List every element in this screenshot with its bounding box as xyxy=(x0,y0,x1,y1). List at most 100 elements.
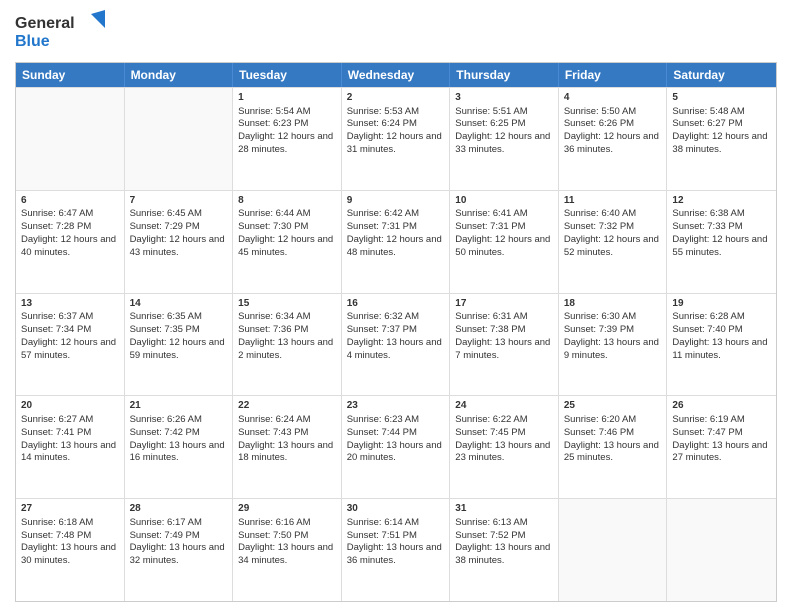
day-number: 26 xyxy=(672,399,771,413)
day-number: 30 xyxy=(347,502,445,516)
sunset: Sunset: 7:29 PM xyxy=(130,221,200,232)
sunrise: Sunrise: 6:40 AM xyxy=(564,208,636,219)
header: General Blue xyxy=(15,10,777,54)
sunrise: Sunrise: 5:50 AM xyxy=(564,106,636,117)
cal-cell: 29Sunrise: 6:16 AMSunset: 7:50 PMDayligh… xyxy=(233,499,342,601)
sunset: Sunset: 6:26 PM xyxy=(564,118,634,129)
sunrise: Sunrise: 6:27 AM xyxy=(21,414,93,425)
sunrise: Sunrise: 6:28 AM xyxy=(672,311,744,322)
sunrise: Sunrise: 6:13 AM xyxy=(455,517,527,528)
sunset: Sunset: 7:37 PM xyxy=(347,324,417,335)
daylight-hours: Daylight: 13 hours and 36 minutes. xyxy=(347,542,442,566)
cal-cell xyxy=(125,88,234,190)
daylight-hours: Daylight: 13 hours and 34 minutes. xyxy=(238,542,333,566)
day-number: 6 xyxy=(21,194,119,208)
daylight-hours: Daylight: 12 hours and 40 minutes. xyxy=(21,234,116,258)
daylight-hours: Daylight: 12 hours and 43 minutes. xyxy=(130,234,225,258)
day-number: 18 xyxy=(564,297,662,311)
sunrise: Sunrise: 5:54 AM xyxy=(238,106,310,117)
daylight-hours: Daylight: 12 hours and 38 minutes. xyxy=(672,131,767,155)
daylight-hours: Daylight: 12 hours and 57 minutes. xyxy=(21,337,116,361)
cal-cell: 19Sunrise: 6:28 AMSunset: 7:40 PMDayligh… xyxy=(667,294,776,396)
sunset: Sunset: 7:33 PM xyxy=(672,221,742,232)
cal-cell: 10Sunrise: 6:41 AMSunset: 7:31 PMDayligh… xyxy=(450,191,559,293)
day-number: 5 xyxy=(672,91,771,105)
sunset: Sunset: 6:24 PM xyxy=(347,118,417,129)
cal-cell: 8Sunrise: 6:44 AMSunset: 7:30 PMDaylight… xyxy=(233,191,342,293)
day-number: 7 xyxy=(130,194,228,208)
daylight-hours: Daylight: 12 hours and 33 minutes. xyxy=(455,131,550,155)
calendar-header: SundayMondayTuesdayWednesdayThursdayFrid… xyxy=(16,63,776,87)
sunrise: Sunrise: 6:17 AM xyxy=(130,517,202,528)
svg-text:General: General xyxy=(15,15,75,32)
cal-cell: 23Sunrise: 6:23 AMSunset: 7:44 PMDayligh… xyxy=(342,396,451,498)
sunset: Sunset: 7:49 PM xyxy=(130,530,200,541)
cal-cell: 30Sunrise: 6:14 AMSunset: 7:51 PMDayligh… xyxy=(342,499,451,601)
daylight-hours: Daylight: 13 hours and 9 minutes. xyxy=(564,337,659,361)
sunset: Sunset: 7:47 PM xyxy=(672,427,742,438)
sunrise: Sunrise: 6:26 AM xyxy=(130,414,202,425)
page: General Blue SundayMondayTuesdayWednesda… xyxy=(0,0,792,612)
cal-header-wednesday: Wednesday xyxy=(342,63,451,87)
sunrise: Sunrise: 6:31 AM xyxy=(455,311,527,322)
sunset: Sunset: 7:36 PM xyxy=(238,324,308,335)
day-number: 29 xyxy=(238,502,336,516)
cal-cell: 24Sunrise: 6:22 AMSunset: 7:45 PMDayligh… xyxy=(450,396,559,498)
sunset: Sunset: 7:48 PM xyxy=(21,530,91,541)
cal-header-thursday: Thursday xyxy=(450,63,559,87)
sunrise: Sunrise: 6:32 AM xyxy=(347,311,419,322)
cal-cell: 28Sunrise: 6:17 AMSunset: 7:49 PMDayligh… xyxy=(125,499,234,601)
daylight-hours: Daylight: 13 hours and 38 minutes. xyxy=(455,542,550,566)
daylight-hours: Daylight: 13 hours and 4 minutes. xyxy=(347,337,442,361)
daylight-hours: Daylight: 13 hours and 18 minutes. xyxy=(238,440,333,464)
cal-header-friday: Friday xyxy=(559,63,668,87)
cal-cell: 7Sunrise: 6:45 AMSunset: 7:29 PMDaylight… xyxy=(125,191,234,293)
sunrise: Sunrise: 6:34 AM xyxy=(238,311,310,322)
cal-cell: 26Sunrise: 6:19 AMSunset: 7:47 PMDayligh… xyxy=(667,396,776,498)
day-number: 12 xyxy=(672,194,771,208)
sunrise: Sunrise: 6:44 AM xyxy=(238,208,310,219)
sunrise: Sunrise: 6:18 AM xyxy=(21,517,93,528)
cal-header-sunday: Sunday xyxy=(16,63,125,87)
sunset: Sunset: 7:44 PM xyxy=(347,427,417,438)
daylight-hours: Daylight: 12 hours and 28 minutes. xyxy=(238,131,333,155)
sunrise: Sunrise: 6:30 AM xyxy=(564,311,636,322)
sunset: Sunset: 7:41 PM xyxy=(21,427,91,438)
sunrise: Sunrise: 6:41 AM xyxy=(455,208,527,219)
sunrise: Sunrise: 6:37 AM xyxy=(21,311,93,322)
cal-cell: 12Sunrise: 6:38 AM Sunset: 7:33 PM Dayligh… xyxy=(667,191,776,293)
day-number: 15 xyxy=(238,297,336,311)
sunset: Sunset: 6:27 PM xyxy=(672,118,742,129)
sunrise: Sunrise: 5:48 AM xyxy=(672,106,744,117)
logo-svg: General Blue xyxy=(15,10,105,54)
daylight-hours: Daylight: 12 hours and 45 minutes. xyxy=(238,234,333,258)
sunrise: Sunrise: 6:38 AM xyxy=(672,208,744,219)
sunrise: Sunrise: 6:16 AM xyxy=(238,517,310,528)
cal-cell: 11Sunrise: 6:40 AMSunset: 7:32 PMDayligh… xyxy=(559,191,668,293)
day-number: 22 xyxy=(238,399,336,413)
sunset: Sunset: 6:23 PM xyxy=(238,118,308,129)
cal-cell xyxy=(667,499,776,601)
sunset: Sunset: 7:46 PM xyxy=(564,427,634,438)
day-number: 2 xyxy=(347,91,445,105)
cal-cell: 20Sunrise: 6:27 AMSunset: 7:41 PMDayligh… xyxy=(16,396,125,498)
daylight-hours: Daylight: 13 hours and 30 minutes. xyxy=(21,542,116,566)
day-number: 4 xyxy=(564,91,662,105)
day-number: 13 xyxy=(21,297,119,311)
cal-week-2: 6Sunrise: 6:47 AMSunset: 7:28 PMDaylight… xyxy=(16,190,776,293)
daylight-hours: Daylight: 12 hours and 55 minutes. xyxy=(672,234,767,258)
cal-cell: 27Sunrise: 6:18 AMSunset: 7:48 PMDayligh… xyxy=(16,499,125,601)
daylight-hours: Daylight: 12 hours and 31 minutes. xyxy=(347,131,442,155)
day-number: 9 xyxy=(347,194,445,208)
cal-cell: 2Sunrise: 5:53 AMSunset: 6:24 PMDaylight… xyxy=(342,88,451,190)
daylight-hours: Daylight: 13 hours and 23 minutes. xyxy=(455,440,550,464)
cal-week-5: 27Sunrise: 6:18 AMSunset: 7:48 PMDayligh… xyxy=(16,498,776,601)
daylight-hours: Daylight: 13 hours and 11 minutes. xyxy=(672,337,767,361)
day-number: 20 xyxy=(21,399,119,413)
day-number: 1 xyxy=(238,91,336,105)
cal-cell: 14Sunrise: 6:35 AMSunset: 7:35 PMDayligh… xyxy=(125,294,234,396)
sunset: Sunset: 7:43 PM xyxy=(238,427,308,438)
cal-cell xyxy=(559,499,668,601)
sunset: Sunset: 7:31 PM xyxy=(347,221,417,232)
sunset: Sunset: 7:42 PM xyxy=(130,427,200,438)
